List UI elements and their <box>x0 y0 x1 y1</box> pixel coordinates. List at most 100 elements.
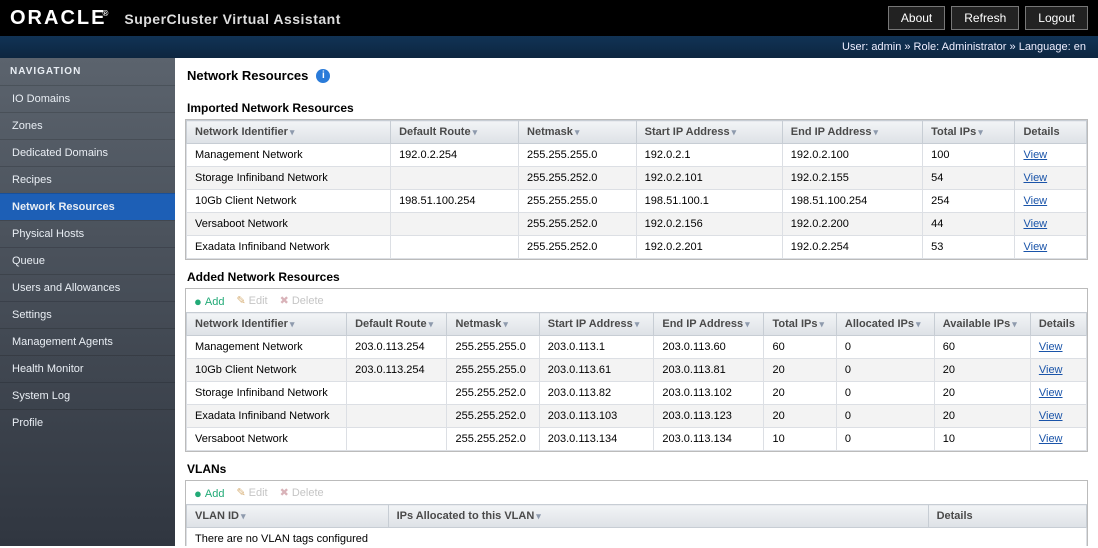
edit-button: Edit <box>236 294 267 307</box>
cell-route: 198.51.100.254 <box>391 190 519 213</box>
table-row[interactable]: Versaboot Network255.255.252.0203.0.113.… <box>187 428 1087 451</box>
view-link[interactable]: View <box>1023 195 1047 207</box>
refresh-button[interactable]: Refresh <box>951 6 1019 30</box>
col-default-route[interactable]: Default Route▾ <box>347 313 447 336</box>
col-vlan-id[interactable]: VLAN ID▾ <box>187 505 389 528</box>
view-link[interactable]: View <box>1039 341 1063 353</box>
cell-total: 54 <box>923 167 1015 190</box>
col-start-ip-address[interactable]: Start IP Address▾ <box>636 121 782 144</box>
sidebar-item-health-monitor[interactable]: Health Monitor <box>0 355 175 382</box>
col-total-ips[interactable]: Total IPs▾ <box>923 121 1015 144</box>
cell-nid: Management Network <box>187 144 391 167</box>
page-title-row: Network Resources i <box>185 63 1088 91</box>
table-row[interactable]: Storage Infiniband Network255.255.252.02… <box>187 382 1087 405</box>
cell-start: 192.0.2.101 <box>636 167 782 190</box>
sidebar-item-management-agents[interactable]: Management Agents <box>0 328 175 355</box>
table-row: Exadata Infiniband Network255.255.252.01… <box>187 236 1087 259</box>
details-cell: View <box>1015 144 1087 167</box>
cell-mask: 255.255.255.0 <box>519 190 637 213</box>
table-row[interactable]: 10Gb Client Network203.0.113.254255.255.… <box>187 359 1087 382</box>
cell-avail: 10 <box>934 428 1030 451</box>
about-button[interactable]: About <box>888 6 945 30</box>
col-start-ip-address[interactable]: Start IP Address▾ <box>539 313 654 336</box>
sort-indicator-icon: ▾ <box>820 319 825 329</box>
cell-route <box>347 382 447 405</box>
cell-mask: 255.255.255.0 <box>447 359 539 382</box>
table-row[interactable]: Management Network203.0.113.254255.255.2… <box>187 336 1087 359</box>
sidebar-item-recipes[interactable]: Recipes <box>0 166 175 193</box>
topbar: ORACLE® SuperCluster Virtual Assistant A… <box>0 0 1098 36</box>
col-details[interactable]: Details <box>928 505 1086 528</box>
table-row: 10Gb Client Network198.51.100.254255.255… <box>187 190 1087 213</box>
col-netmask[interactable]: Netmask▾ <box>447 313 539 336</box>
sort-indicator-icon: ▾ <box>473 127 478 137</box>
view-link[interactable]: View <box>1023 172 1047 184</box>
add-vlan-button[interactable]: Add <box>194 485 224 500</box>
view-link[interactable]: View <box>1023 241 1047 253</box>
sidebar-item-network-resources[interactable]: Network Resources <box>0 193 175 220</box>
cell-route: 203.0.113.254 <box>347 359 447 382</box>
userinfo-bar: User: admin » Role: Administrator » Lang… <box>0 36 1098 58</box>
imported-panel: Network Identifier▾Default Route▾Netmask… <box>185 119 1088 260</box>
edit-vlan-button: Edit <box>236 486 267 499</box>
col-network-identifier[interactable]: Network Identifier▾ <box>187 313 347 336</box>
view-link[interactable]: View <box>1039 433 1063 445</box>
col-default-route[interactable]: Default Route▾ <box>391 121 519 144</box>
cell-nid: 10Gb Client Network <box>187 190 391 213</box>
cell-mask: 255.255.252.0 <box>447 382 539 405</box>
col-total-ips[interactable]: Total IPs▾ <box>764 313 836 336</box>
cell-end: 198.51.100.254 <box>782 190 922 213</box>
cell-mask: 255.255.252.0 <box>447 428 539 451</box>
details-cell: View <box>1015 213 1087 236</box>
cell-alloc: 0 <box>836 382 934 405</box>
section-added-title: Added Network Resources <box>187 270 1086 284</box>
col-available-ips[interactable]: Available IPs▾ <box>934 313 1030 336</box>
view-link[interactable]: View <box>1039 387 1063 399</box>
view-link[interactable]: View <box>1023 218 1047 230</box>
sidebar-item-users-and-allowances[interactable]: Users and Allowances <box>0 274 175 301</box>
col-details[interactable]: Details <box>1030 313 1086 336</box>
info-icon[interactable]: i <box>316 69 330 83</box>
details-cell: View <box>1015 236 1087 259</box>
sort-indicator-icon: ▾ <box>745 319 750 329</box>
cell-total: 53 <box>923 236 1015 259</box>
sidebar-item-zones[interactable]: Zones <box>0 112 175 139</box>
sidebar-item-dedicated-domains[interactable]: Dedicated Domains <box>0 139 175 166</box>
sidebar-item-io-domains[interactable]: IO Domains <box>0 85 175 112</box>
details-cell: View <box>1030 405 1086 428</box>
vlan-table: VLAN ID▾IPs Allocated to this VLAN▾Detai… <box>186 504 1087 546</box>
col-netmask[interactable]: Netmask▾ <box>519 121 637 144</box>
logout-button[interactable]: Logout <box>1025 6 1088 30</box>
section-vlan-title: VLANs <box>187 462 1086 476</box>
cell-start: 203.0.113.82 <box>539 382 654 405</box>
table-row[interactable]: Exadata Infiniband Network255.255.252.02… <box>187 405 1087 428</box>
cell-end: 203.0.113.134 <box>654 428 764 451</box>
sidebar-item-queue[interactable]: Queue <box>0 247 175 274</box>
cell-avail: 20 <box>934 359 1030 382</box>
cell-total: 60 <box>764 336 836 359</box>
col-ips-allocated-to-this-vlan[interactable]: IPs Allocated to this VLAN▾ <box>388 505 928 528</box>
cell-alloc: 0 <box>836 405 934 428</box>
cell-start: 192.0.2.201 <box>636 236 782 259</box>
col-allocated-ips[interactable]: Allocated IPs▾ <box>836 313 934 336</box>
sidebar-item-profile[interactable]: Profile <box>0 409 175 436</box>
table-row: Versaboot Network255.255.252.0192.0.2.15… <box>187 213 1087 236</box>
col-details[interactable]: Details <box>1015 121 1087 144</box>
sidebar-item-settings[interactable]: Settings <box>0 301 175 328</box>
sort-indicator-icon: ▾ <box>290 319 295 329</box>
cell-mask: 255.255.252.0 <box>447 405 539 428</box>
view-link[interactable]: View <box>1039 364 1063 376</box>
imported-table: Network Identifier▾Default Route▾Netmask… <box>186 120 1087 259</box>
view-link[interactable]: View <box>1023 149 1047 161</box>
col-end-ip-address[interactable]: End IP Address▾ <box>782 121 922 144</box>
view-link[interactable]: View <box>1039 410 1063 422</box>
add-button[interactable]: Add <box>194 293 224 308</box>
col-network-identifier[interactable]: Network Identifier▾ <box>187 121 391 144</box>
cell-start: 203.0.113.134 <box>539 428 654 451</box>
sidebar-item-system-log[interactable]: System Log <box>0 382 175 409</box>
col-end-ip-address[interactable]: End IP Address▾ <box>654 313 764 336</box>
cell-total: 10 <box>764 428 836 451</box>
cell-route <box>347 428 447 451</box>
cell-total: 100 <box>923 144 1015 167</box>
sidebar-item-physical-hosts[interactable]: Physical Hosts <box>0 220 175 247</box>
